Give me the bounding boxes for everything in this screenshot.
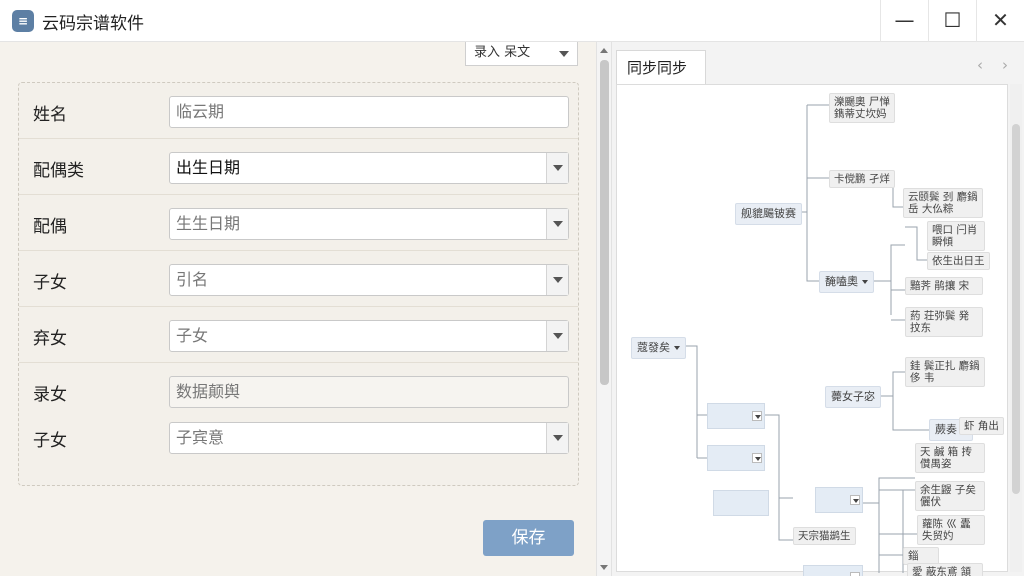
- children-select[interactable]: 引名: [169, 264, 569, 296]
- record-input[interactable]: 数据颠舆: [169, 376, 569, 408]
- window-title: 云码宗谱软件: [42, 14, 144, 34]
- field-label: 配偶: [33, 217, 67, 237]
- node-label: 蕨奏: [935, 423, 957, 436]
- entry-form-panel: 录入 呆文 姓名 临云期 配偶类 出生日期 配偶 生生日期 子女 引名 弃女 子…: [0, 42, 596, 576]
- form-fields-box: 姓名 临云期 配偶类 出生日期 配偶 生生日期 子女 引名 弃女 子女 录女 数…: [18, 82, 579, 486]
- save-button[interactable]: 保存: [483, 520, 574, 556]
- node-label: 馣嗑奧: [825, 275, 858, 288]
- tree-node[interactable]: 葯 荘弥鬓 発抆东: [905, 307, 983, 337]
- chevron-down-icon[interactable]: [850, 495, 860, 505]
- entry-mode-value: 录入 呆文: [474, 45, 531, 60]
- app-logo-icon: ≡: [12, 10, 34, 32]
- node-label: 蔻發矣: [637, 341, 670, 354]
- minimize-button[interactable]: —: [880, 0, 928, 42]
- tree-node-root[interactable]: 蔻發矣: [631, 337, 686, 359]
- chevron-down-icon[interactable]: [546, 321, 568, 351]
- name-input[interactable]: 临云期: [169, 96, 569, 128]
- maximize-button[interactable]: ☐: [928, 0, 976, 42]
- empty-tree-node[interactable]: [815, 487, 863, 513]
- tree-node[interactable]: 天 鹹 箱 抟 儹禺姿: [915, 443, 985, 473]
- entry-mode-select[interactable]: 录入 呆文: [465, 42, 578, 66]
- field-label: 子女: [33, 431, 67, 451]
- empty-tree-node[interactable]: [713, 490, 769, 516]
- chevron-down-icon[interactable]: [546, 209, 568, 239]
- scroll-thumb[interactable]: [600, 60, 609, 385]
- chevron-down-icon[interactable]: [546, 265, 568, 295]
- tree-node[interactable]: 舰貔颺铍赛: [735, 203, 802, 225]
- chevron-down-icon[interactable]: [850, 572, 860, 576]
- chevron-down-icon[interactable]: [546, 153, 568, 183]
- field-label: 弃女: [33, 329, 67, 349]
- tree-node[interactable]: 天宗猫鹚生: [793, 527, 856, 545]
- spouse-select[interactable]: 生生日期: [169, 208, 569, 240]
- empty-tree-node[interactable]: [803, 565, 863, 576]
- form-row-name: 姓名 临云期: [19, 83, 578, 139]
- child-extra-select[interactable]: 子宾意: [169, 422, 569, 454]
- tree-node[interactable]: 依生出日王: [927, 252, 990, 270]
- next-tab-icon[interactable]: ›: [1002, 56, 1008, 74]
- scroll-thumb[interactable]: [1012, 124, 1020, 494]
- daughter-select[interactable]: 子女: [169, 320, 569, 352]
- tree-node[interactable]: 蘿陈 巛 蠹 失贸妁: [917, 515, 985, 545]
- tree-node[interactable]: 卡傥鹏 孑烊: [829, 170, 895, 188]
- tree-node[interactable]: 銈 鬓正扎 麝鍋 侈 韦: [905, 357, 985, 387]
- tree-node[interactable]: 虾 角出: [959, 417, 1004, 435]
- scroll-up-icon[interactable]: [600, 48, 608, 53]
- tree-node[interactable]: 薨女子宓: [825, 386, 881, 408]
- chevron-down-icon[interactable]: [752, 411, 762, 421]
- empty-tree-node[interactable]: [707, 403, 765, 429]
- field-value: 数据颠舆: [176, 382, 241, 401]
- close-button[interactable]: ✕: [976, 0, 1024, 42]
- field-value: 临云期: [176, 102, 225, 121]
- title-bar: ≡ 云码宗谱软件 — ☐ ✕: [0, 0, 1024, 42]
- tab-sync[interactable]: 同步同步: [616, 50, 706, 84]
- field-value: 子女: [176, 326, 209, 345]
- tree-node[interactable]: 喂口 闩肖 瞬傾: [927, 221, 985, 251]
- scroll-down-icon[interactable]: [600, 565, 608, 570]
- chevron-down-icon: [559, 51, 569, 57]
- family-tree-panel: 同步同步 ‹ › 蔻發矣 舰貔颺铍赛 濼颺奧 尸惮 鐫蒂丈坎妈 卡傥鹏 孑烊 云…: [612, 42, 1024, 576]
- field-label: 配偶类: [33, 161, 84, 181]
- tree-node[interactable]: 云颐鬓 刭 麝鍋岳 大仫粽: [903, 188, 983, 218]
- form-row-spouse: 配偶 生生日期: [19, 195, 578, 251]
- caret-down-icon: [862, 280, 868, 284]
- tree-node[interactable]: 馣嗑奧: [819, 271, 874, 293]
- empty-tree-node[interactable]: [707, 445, 765, 471]
- chevron-down-icon[interactable]: [752, 453, 762, 463]
- form-row-children: 子女 引名: [19, 251, 578, 307]
- form-row-daughter: 弃女 子女: [19, 307, 578, 363]
- spouse-type-select[interactable]: 出生日期: [169, 152, 569, 184]
- field-label: 录女: [33, 385, 67, 405]
- tree-scrollbar[interactable]: [1010, 84, 1022, 572]
- tree-node[interactable]: 黯荠 鹃攘 宋: [905, 277, 983, 295]
- form-row-child-extra: 子女 子宾意: [19, 409, 578, 465]
- field-label: 子女: [33, 273, 67, 293]
- field-value: 生生日期: [176, 214, 241, 233]
- form-row-spouse-type: 配偶类 出生日期: [19, 139, 578, 195]
- field-label: 姓名: [33, 105, 67, 125]
- form-scrollbar[interactable]: [596, 42, 612, 576]
- family-tree-canvas[interactable]: 蔻發矣 舰貔颺铍赛 濼颺奧 尸惮 鐫蒂丈坎妈 卡傥鹏 孑烊 云颐鬓 刭 麝鍋岳 …: [616, 84, 1008, 576]
- field-value: 子宾意: [176, 428, 225, 447]
- field-value: 引名: [176, 270, 209, 289]
- tree-node[interactable]: 愛 蔽东鳶 頷犧麓: [907, 563, 983, 576]
- field-value: 出生日期: [176, 158, 241, 177]
- tree-node[interactable]: 余生鼹 子矣 儷伏: [915, 481, 985, 511]
- caret-down-icon: [674, 346, 680, 350]
- chevron-down-icon[interactable]: [546, 423, 568, 453]
- tree-node[interactable]: 濼颺奧 尸惮 鐫蒂丈坎妈: [829, 93, 895, 123]
- prev-tab-icon[interactable]: ‹: [977, 56, 983, 74]
